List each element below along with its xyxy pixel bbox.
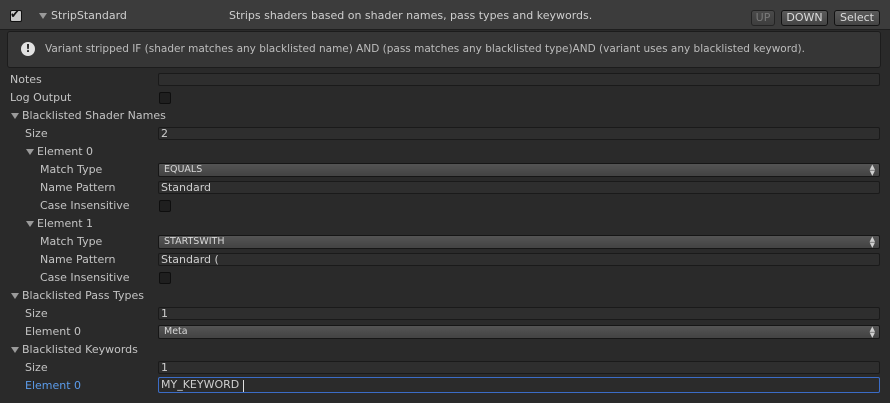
log-output-label: Log Output <box>10 91 72 104</box>
pass-type-element-0-label: Element 0 <box>25 325 82 338</box>
stripper-title: StripStandard <box>51 9 127 22</box>
case-insensitive-label: Case Insensitive <box>40 271 130 284</box>
name-pattern-label: Name Pattern <box>40 253 116 266</box>
match-type-dropdown[interactable]: EQUALS ▲ ▼ <box>158 163 880 177</box>
stripper-description: Strips shaders based on shader names, pa… <box>229 9 593 22</box>
case-insensitive-label: Case Insensitive <box>40 199 130 212</box>
help-text: Variant stripped IF (shader matches any … <box>45 43 805 55</box>
shader-names-size-label: Size <box>25 127 48 140</box>
keyword-element-0-field[interactable]: MY_KEYWORD <box>158 377 880 393</box>
notes-label: Notes <box>10 73 42 86</box>
case-insensitive-checkbox[interactable] <box>159 272 171 284</box>
name-pattern-label: Name Pattern <box>40 181 116 194</box>
pass-types-size-field[interactable]: 1 <box>158 307 880 320</box>
dropdown-arrows-icon: ▲ ▼ <box>869 235 875 249</box>
text-cursor <box>243 380 244 392</box>
keyword-element-0-label: Element 0 <box>25 379 82 392</box>
shader-names-foldout-icon[interactable] <box>11 113 19 119</box>
move-up-button[interactable]: UP <box>751 10 775 26</box>
pass-types-foldout-icon[interactable] <box>11 293 19 299</box>
checkmark-icon: ✔ <box>10 7 21 21</box>
pass-type-value: Meta <box>164 326 188 337</box>
strip-standard-inspector: ✔ StripStandard Strips shaders based on … <box>0 0 890 403</box>
keywords-label: Blacklisted Keywords <box>22 343 138 356</box>
match-type-dropdown[interactable]: STARTSWITH ▲ ▼ <box>158 235 880 249</box>
case-insensitive-checkbox[interactable] <box>159 200 171 212</box>
dropdown-arrows-icon: ▲ ▼ <box>869 163 875 177</box>
move-down-button[interactable]: DOWN <box>781 10 828 26</box>
match-type-label: Match Type <box>40 163 103 176</box>
select-button[interactable]: Select <box>834 10 880 26</box>
name-pattern-field[interactable]: Standard <box>158 181 880 194</box>
keywords-foldout-icon[interactable] <box>11 347 19 353</box>
pass-types-label: Blacklisted Pass Types <box>22 289 144 302</box>
dropdown-arrows-icon: ▲ ▼ <box>869 325 875 339</box>
match-type-value: EQUALS <box>164 164 203 175</box>
enabled-checkbox[interactable]: ✔ <box>10 7 22 22</box>
element-0-foldout-icon[interactable] <box>26 149 34 155</box>
notes-field[interactable] <box>158 73 880 86</box>
stripper-header: ✔ StripStandard Strips shaders based on … <box>0 0 890 30</box>
help-box: ! Variant stripped IF (shader matches an… <box>7 31 881 68</box>
keywords-size-field[interactable]: 1 <box>158 361 880 374</box>
name-pattern-field[interactable]: Standard ( <box>158 253 880 266</box>
keywords-size-label: Size <box>25 361 48 374</box>
shader-names-size-field[interactable]: 2 <box>158 127 880 140</box>
match-type-value: STARTSWITH <box>164 236 225 247</box>
info-icon: ! <box>21 42 35 56</box>
shader-element-0-label: Element 0 <box>37 145 94 158</box>
pass-type-dropdown[interactable]: Meta ▲ ▼ <box>158 325 880 339</box>
pass-types-size-label: Size <box>25 307 48 320</box>
log-output-checkbox[interactable] <box>159 92 171 104</box>
foldout-arrow-icon[interactable] <box>39 13 47 19</box>
shader-element-1-label: Element 1 <box>37 217 94 230</box>
match-type-label: Match Type <box>40 235 103 248</box>
shader-names-label: Blacklisted Shader Names <box>22 109 166 122</box>
element-1-foldout-icon[interactable] <box>26 221 34 227</box>
